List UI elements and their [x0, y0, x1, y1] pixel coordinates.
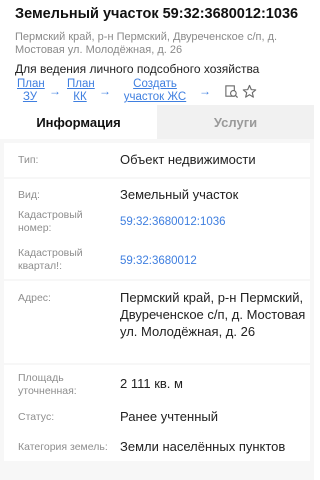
arrow-right-icon: →	[199, 84, 211, 98]
info-list: Тип: Объект недвижимости Вид: Земельный …	[0, 139, 314, 480]
field-label: Статус:	[18, 411, 55, 423]
field-value: Ранее учтенный	[120, 409, 218, 424]
field-value: Пермский край, р-н Пермский, Двуреченско…	[120, 290, 306, 339]
plan-kk-link[interactable]: План КК	[67, 78, 95, 104]
plan-zu-link[interactable]: План ЗУ	[17, 78, 45, 104]
info-row-status: Статус: Ранее учтенный	[4, 401, 310, 431]
field-label: Площадь уточненная:	[18, 372, 77, 397]
tab-information[interactable]: Информация	[0, 105, 157, 139]
create-plot-link[interactable]: Создать участок ЖС	[117, 78, 193, 104]
action-bar: План ЗУ → План КК → Создать участок ЖС →	[15, 78, 306, 104]
land-purpose: Для ведения личного подсобного хозяйства	[15, 62, 260, 76]
info-row-land-category: Категория земель: Земли населённых пункт…	[4, 431, 310, 461]
tab-bar: Информация Услуги	[0, 105, 314, 139]
action-icons	[221, 83, 257, 99]
page-title: Земельный участок 59:32:3680012:1036	[15, 6, 299, 22]
field-label: Вид:	[18, 189, 40, 201]
field-label: Кадастровый номер:	[18, 209, 83, 234]
info-row-type: Тип: Объект недвижимости	[4, 143, 310, 177]
field-value: Объект недвижимости	[120, 152, 256, 167]
field-label: Категория земель:	[18, 441, 108, 453]
header: Земельный участок 59:32:3680012:1036 Пер…	[0, 0, 314, 104]
field-label: Кадастровый квартал!:	[18, 247, 83, 272]
cadastral-number-link[interactable]: 59:32:3680012:1036	[120, 214, 306, 231]
tab-services[interactable]: Услуги	[157, 105, 314, 139]
cadastral-quarter-link[interactable]: 59:32:3680012	[120, 253, 306, 270]
info-row-cadastral-quarter: Кадастровый квартал!: 59:32:3680012	[4, 237, 310, 279]
search-document-icon[interactable]	[223, 83, 239, 99]
field-value: 2 111 кв. м	[120, 376, 183, 391]
star-icon[interactable]	[241, 83, 257, 99]
arrow-right-icon: →	[49, 84, 61, 98]
address-subtitle: Пермский край, р-н Пермский, Двуреченско…	[15, 31, 278, 56]
info-row-address: Адрес: Пермский край, р-н Пермский, Двур…	[4, 281, 310, 363]
info-row-area: Площадь уточненная: 2 111 кв. м	[4, 365, 310, 405]
field-value: Земли населённых пунктов	[120, 439, 286, 454]
arrow-right-icon: →	[99, 84, 111, 98]
field-label: Тип:	[18, 154, 39, 166]
field-label: Адрес:	[18, 292, 51, 304]
